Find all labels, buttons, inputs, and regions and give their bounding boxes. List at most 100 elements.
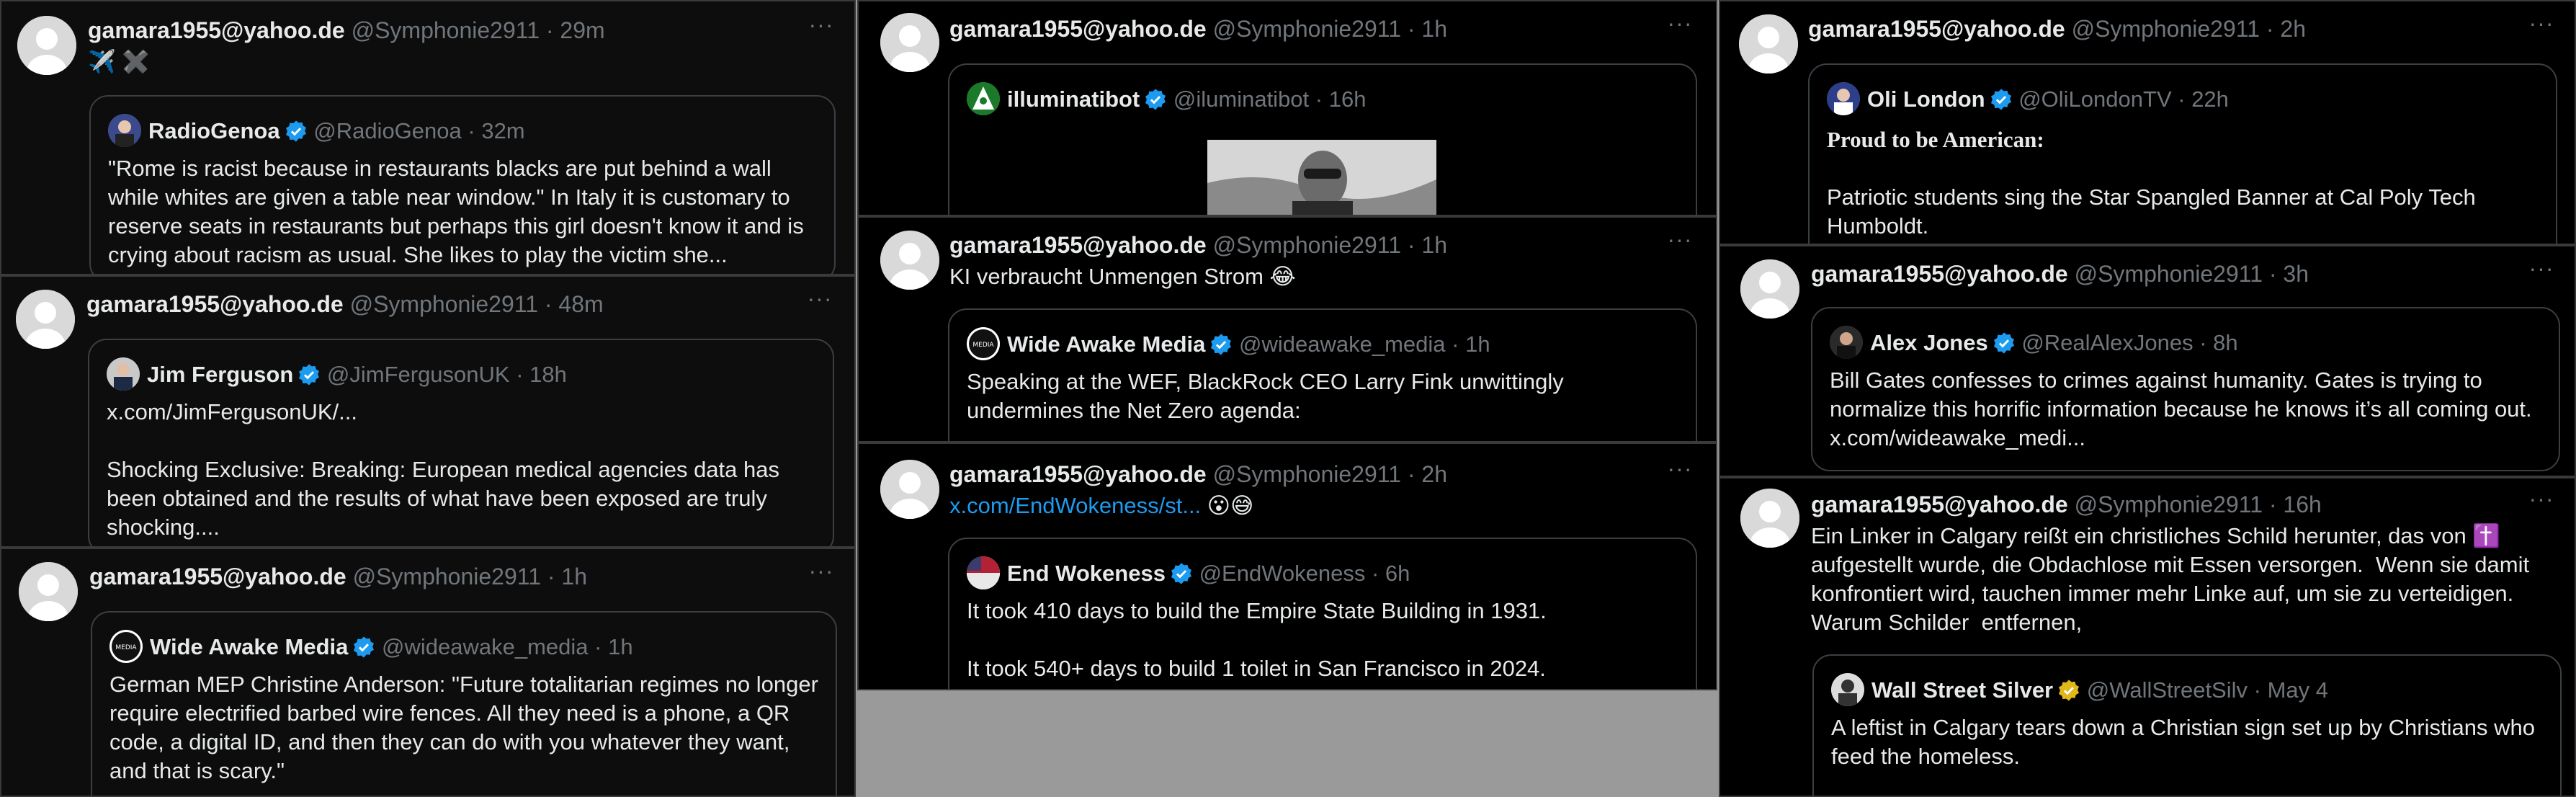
verified-badge-icon (1990, 88, 2013, 111)
author-name[interactable]: gamara1955@yahoo.de (1811, 491, 2068, 517)
quote-author-name[interactable]: Jim Ferguson (147, 362, 293, 387)
author-handle[interactable]: @Symphonie2911 (353, 564, 541, 589)
quote-handle[interactable]: @EndWokeness (1199, 561, 1366, 586)
author-name[interactable]: gamara1955@yahoo.de (949, 232, 1207, 258)
more-icon[interactable]: ··· (2527, 12, 2556, 45)
quote-handle[interactable]: @OliLondonTV (2018, 86, 2171, 112)
quote-author-name[interactable]: illuminatibot (1007, 86, 1140, 112)
avatar[interactable] (1739, 14, 1798, 74)
quoted-tweet[interactable]: Jim Ferguson @JimFergusonUK · 18h x.com/… (88, 339, 834, 546)
quote-text: Speaking at the WEF, BlackRock CEO Larry… (967, 369, 1570, 423)
media-image[interactable] (1207, 140, 1436, 215)
avatar[interactable] (880, 13, 939, 72)
quote-header: Jim Ferguson @JimFergusonUK · 18h (147, 362, 567, 387)
verified-badge-icon (1144, 88, 1167, 111)
author-handle[interactable]: @Symphonie2911 (2072, 16, 2260, 42)
avatar[interactable] (17, 16, 76, 75)
more-icon[interactable]: ··· (1665, 12, 1694, 45)
tweet-card[interactable]: gamara1955@yahoo.de @Symphonie2911 · 1h … (857, 216, 1717, 442)
tweet-card[interactable]: gamara1955@yahoo.de @Symphonie2911 · 29m… (0, 0, 856, 275)
timestamp[interactable]: 2h (1421, 461, 1447, 487)
avatar[interactable] (1740, 489, 1799, 548)
more-icon[interactable]: ··· (1665, 457, 1694, 490)
timestamp[interactable]: 1h (561, 564, 587, 589)
timestamp[interactable]: 29m (560, 17, 604, 43)
tweet-link[interactable]: x.com/EndWokeness/st... (949, 493, 1201, 518)
author-handle[interactable]: @Symphonie2911 (2075, 491, 2263, 517)
author-handle[interactable]: @Symphonie2911 (1213, 461, 1401, 487)
quote-handle[interactable]: @WallStreetSilv (2087, 677, 2248, 703)
tweet-card[interactable]: gamara1955@yahoo.de @Symphonie2911 · 16h… (1719, 477, 2576, 797)
quote-author-name[interactable]: Alex Jones (1870, 330, 1988, 355)
quote-handle[interactable]: @RealAlexJones (2021, 330, 2193, 355)
author-handle[interactable]: @Symphonie2911 (350, 291, 538, 317)
author-handle[interactable]: @Symphonie2911 (352, 17, 540, 43)
quoted-tweet[interactable]: MEDIA Wide Awake Media @wideawake_media … (91, 611, 837, 796)
tweet-card[interactable]: gamara1955@yahoo.de @Symphonie2911 · 1h … (0, 548, 856, 797)
timestamp[interactable]: 16h (2283, 491, 2321, 517)
quoted-tweet[interactable]: MEDIA Wide Awake Media @wideawake_media … (948, 308, 1697, 441)
avatar[interactable] (880, 231, 939, 290)
tweet-card[interactable]: gamara1955@yahoo.de @Symphonie2911 · 3h … (1719, 245, 2576, 477)
timestamp[interactable]: 2h (2280, 16, 2306, 42)
verified-badge-icon (298, 363, 321, 386)
author-name[interactable]: gamara1955@yahoo.de (1808, 16, 2065, 42)
quoted-tweet[interactable]: Oli London @OliLondonTV · 22h Proud to b… (1808, 63, 2557, 244)
author-name[interactable]: gamara1955@yahoo.de (89, 564, 346, 589)
author-name[interactable]: gamara1955@yahoo.de (86, 291, 344, 317)
quote-text: Patriotic students sing the Star Spangle… (1827, 184, 2482, 239)
more-icon[interactable]: ··· (805, 287, 834, 320)
author-name[interactable]: gamara1955@yahoo.de (1811, 261, 2068, 287)
author-handle[interactable]: @Symphonie2911 (1213, 16, 1401, 42)
quote-author-name[interactable]: Wide Awake Media (1007, 331, 1205, 357)
author-name[interactable]: gamara1955@yahoo.de (949, 461, 1207, 487)
quote-author-name[interactable]: Wall Street Silver (1871, 677, 2053, 703)
timestamp[interactable]: 48m (558, 291, 603, 317)
more-icon[interactable]: ··· (2527, 487, 2556, 520)
quote-header: Alex Jones @RealAlexJones · 8h (1870, 330, 2238, 355)
tweet-card[interactable]: gamara1955@yahoo.de @Symphonie2911 · 48m… (0, 275, 856, 548)
tweet-card[interactable]: gamara1955@yahoo.de @Symphonie2911 · 2h … (857, 442, 1717, 690)
svg-text:MEDIA: MEDIA (115, 644, 137, 651)
author-handle[interactable]: @Symphonie2911 (1213, 232, 1401, 258)
default-avatar-icon (1740, 259, 1799, 319)
more-icon[interactable]: ··· (807, 13, 836, 46)
quoted-tweet[interactable]: illuminatibot @iluminatibot · 16h (948, 63, 1697, 215)
quoted-tweet[interactable]: End Wokeness @EndWokeness · 6h It took 4… (948, 538, 1697, 689)
quote-handle[interactable]: @JimFergusonUK (327, 362, 510, 387)
tweet-card[interactable]: gamara1955@yahoo.de @Symphonie2911 · 2h … (1719, 0, 2576, 245)
quote-text: x.com/JimFergusonUK/... Shocking Exclusi… (107, 399, 779, 540)
more-icon[interactable]: ··· (1665, 228, 1694, 261)
quote-handle[interactable]: @RadioGenoa (313, 118, 462, 143)
author-handle[interactable]: @Symphonie2911 (2075, 261, 2263, 287)
quote-handle[interactable]: @wideawake_media (1239, 331, 1446, 357)
quote-author-name[interactable]: RadioGenoa (148, 118, 280, 143)
quote-author-name[interactable]: End Wokeness (1007, 561, 1166, 586)
default-avatar-icon (880, 231, 939, 290)
avatar[interactable] (19, 562, 78, 621)
quote-handle[interactable]: @iluminatibot (1173, 86, 1309, 112)
quote-author-name[interactable]: Wide Awake Media (150, 634, 348, 659)
tweet-card[interactable]: gamara1955@yahoo.de @Symphonie2911 · 1h … (857, 0, 1717, 216)
more-icon[interactable]: ··· (2527, 257, 2556, 290)
quoted-tweet[interactable]: Wall Street Silver @WallStreetSilv · May… (1812, 654, 2562, 796)
author-name[interactable]: gamara1955@yahoo.de (949, 16, 1207, 42)
avatar[interactable] (16, 290, 75, 349)
quote-handle[interactable]: @wideawake_media (382, 634, 589, 659)
timestamp[interactable]: 1h (1421, 232, 1447, 258)
avatar[interactable] (1740, 259, 1799, 319)
quote-avatar (107, 357, 140, 391)
timestamp[interactable]: 3h (2283, 261, 2309, 287)
avatar[interactable] (880, 460, 939, 519)
quote-avatar (108, 114, 141, 147)
timestamp[interactable]: 1h (1421, 16, 1447, 42)
more-icon[interactable]: ··· (807, 559, 836, 592)
quote-timestamp: 22h (2191, 86, 2229, 112)
quoted-tweet[interactable]: Alex Jones @RealAlexJones · 8h Bill Gate… (1811, 307, 2560, 471)
quoted-tweet[interactable]: RadioGenoa @RadioGenoa · 32m "Rome is ra… (89, 95, 836, 274)
author-name[interactable]: gamara1955@yahoo.de (88, 17, 345, 43)
quote-text: Bill Gates confesses to crimes against h… (1830, 368, 2539, 450)
tweet-header: gamara1955@yahoo.de @Symphonie2911 · 48m (86, 291, 604, 317)
quote-avatar: MEDIA (109, 630, 143, 663)
quote-author-name[interactable]: Oli London (1867, 86, 1985, 112)
